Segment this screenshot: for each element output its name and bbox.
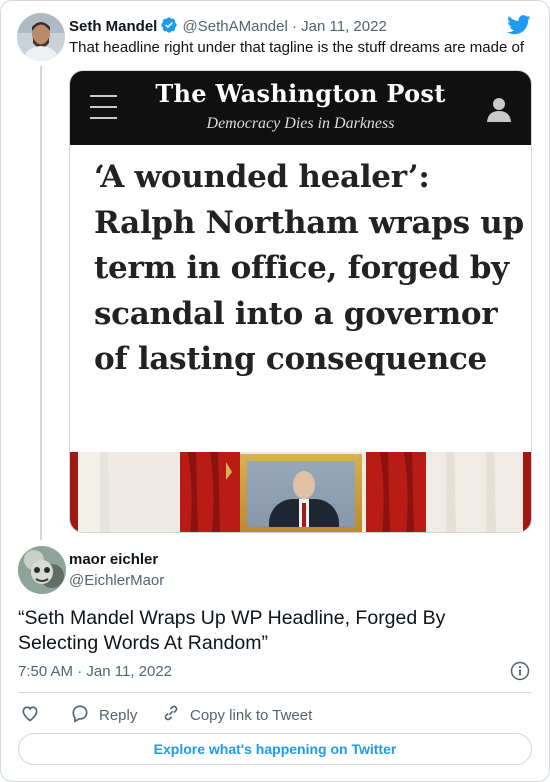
reply-label: Reply <box>99 706 138 724</box>
tweet-time[interactable]: 7:50 AM <box>18 663 73 680</box>
article-headline: ‘A wounded healer’: Ralph Northam wraps … <box>94 159 524 377</box>
tweet-text: That headline right under that tagline i… <box>69 39 524 56</box>
tweet-text: “Seth Mandel Wraps Up WP Headline, Forge… <box>18 607 446 654</box>
wp-masthead-bar: The Washington Post Democracy Dies in Da… <box>70 71 531 145</box>
divider <box>18 692 532 693</box>
curtain-center-right <box>366 452 426 532</box>
verified-badge-icon <box>160 16 178 39</box>
tweet-date[interactable]: Jan 11, 2022 <box>301 18 387 35</box>
curtain-right <box>426 452 531 532</box>
heart-icon <box>20 703 40 727</box>
avatar[interactable] <box>17 13 65 61</box>
author-name[interactable]: maor eichler <box>69 551 158 568</box>
like-button[interactable] <box>20 703 40 727</box>
twitter-bird-icon[interactable] <box>507 15 531 40</box>
curtain-center-left <box>180 452 240 532</box>
wp-masthead: The Washington Post <box>155 79 446 108</box>
portrait-photo <box>70 452 531 532</box>
separator: · <box>292 18 297 35</box>
tweet-date[interactable]: Jan 11, 2022 <box>86 663 172 680</box>
reply-bubble-icon <box>70 703 90 727</box>
author-handle[interactable]: @SethAMandel <box>183 18 288 35</box>
author-name[interactable]: Seth Mandel <box>69 18 157 35</box>
link-icon <box>161 703 181 727</box>
wp-tagline: Democracy Dies in Darkness <box>206 115 395 132</box>
curtain-left <box>70 452 190 532</box>
tweet-image[interactable]: The Washington Post Democracy Dies in Da… <box>69 70 532 533</box>
avatar[interactable] <box>18 546 66 594</box>
copy-link-label: Copy link to Tweet <box>190 706 313 724</box>
info-icon[interactable] <box>510 661 530 686</box>
portrait-frame <box>240 454 362 532</box>
reply-button[interactable]: Reply <box>70 703 137 727</box>
tweet-timestamp[interactable]: 7:50 AM · Jan 11, 2022 <box>18 663 172 680</box>
thread-line <box>40 66 42 540</box>
separator: · <box>77 663 83 680</box>
author-handle[interactable]: @EichlerMaor <box>69 572 164 589</box>
tweet-header: Seth Mandel @SethAMandel · Jan 11, 2022 <box>69 16 387 39</box>
explore-twitter-button[interactable]: Explore what's happening on Twitter <box>18 733 532 765</box>
user-account-icon <box>485 95 513 128</box>
copy-link-button[interactable]: Copy link to Tweet <box>161 703 312 727</box>
